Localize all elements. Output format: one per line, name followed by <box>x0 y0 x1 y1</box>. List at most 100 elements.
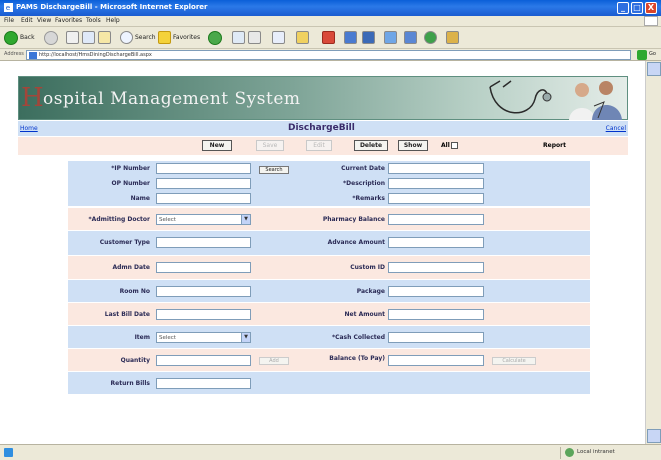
balance-to-pay-label: Balance (To Pay) <box>329 355 385 362</box>
delete-button[interactable]: Delete <box>354 140 388 151</box>
cancel-link[interactable]: Cancel <box>606 125 626 132</box>
all-checkbox[interactable] <box>451 142 458 149</box>
maximize-button[interactable]: □ <box>631 2 643 14</box>
item-label: Item <box>134 334 150 341</box>
research-icon[interactable] <box>384 31 397 44</box>
pharmacy-balance-input[interactable] <box>388 214 484 225</box>
vertical-scrollbar[interactable] <box>645 61 661 444</box>
messenger-icon[interactable] <box>322 31 335 44</box>
calculate-button[interactable]: Calculate <box>492 357 536 365</box>
item-value: Select <box>159 335 176 341</box>
tools-icon[interactable] <box>446 31 459 44</box>
admitting-doctor-select[interactable]: Select ▼ <box>156 214 251 225</box>
related-icon[interactable] <box>404 31 417 44</box>
address-url: http://localhost/HmsDiningDischargeBill.… <box>39 52 152 58</box>
print-icon[interactable] <box>272 31 285 44</box>
word-icon[interactable] <box>344 31 357 44</box>
zone-label: Local intranet <box>577 449 615 455</box>
page-title: DischargeBill <box>288 123 355 133</box>
banner-title-initial: H <box>21 83 44 113</box>
form-row: Quantity Add Balance (To Pay) Calculate <box>68 349 590 371</box>
custom-id-label: Custom ID <box>350 264 385 271</box>
chevron-down-icon[interactable]: ▼ <box>241 333 250 342</box>
nav-row: Home DischargeBill Cancel <box>18 121 628 136</box>
browser-toolbar: Back Search Favorites <box>0 27 661 49</box>
menu-view[interactable]: View <box>37 17 51 24</box>
current-date-input[interactable] <box>388 163 484 174</box>
window-title: PAMS DischargeBill - Microsoft Internet … <box>16 3 208 11</box>
ip-number-input[interactable] <box>156 163 251 174</box>
favorites-label[interactable]: Favorites <box>173 34 200 41</box>
balance-to-pay-input[interactable] <box>388 355 484 366</box>
scroll-down-icon[interactable] <box>647 429 661 443</box>
form-row: Last Bill Date Net Amount <box>68 303 590 325</box>
customer-type-label: Customer Type <box>99 239 150 246</box>
home-link[interactable]: Home <box>20 125 38 132</box>
minimize-button[interactable]: _ <box>617 2 629 14</box>
quantity-label: Quantity <box>120 357 150 364</box>
admn-date-input[interactable] <box>156 262 251 273</box>
forward-arrow-icon[interactable] <box>44 31 58 45</box>
last-bill-date-input[interactable] <box>156 309 251 320</box>
report-link[interactable]: Report <box>543 142 566 149</box>
remarks-textarea[interactable] <box>388 193 484 204</box>
search-label[interactable]: Search <box>135 34 156 41</box>
form-row: OP Number *Description <box>68 176 590 191</box>
new-button[interactable]: New <box>202 140 232 151</box>
show-button[interactable]: Show <box>398 140 428 151</box>
menu-help[interactable]: Help <box>106 17 120 24</box>
globe-icon[interactable] <box>424 31 437 44</box>
doctors-photo-icon <box>569 81 622 120</box>
search-icon[interactable] <box>120 31 133 44</box>
form-row: Return Bills <box>68 372 590 394</box>
back-label[interactable]: Back <box>20 34 35 41</box>
cash-collected-input[interactable] <box>388 332 484 343</box>
net-amount-input[interactable] <box>388 309 484 320</box>
menu-tools[interactable]: Tools <box>86 17 101 24</box>
home-icon[interactable] <box>98 31 111 44</box>
all-label: All <box>441 142 450 149</box>
net-amount-label: Net Amount <box>344 311 385 318</box>
stop-icon[interactable] <box>66 31 79 44</box>
close-button[interactable]: X <box>645 2 657 14</box>
save-button[interactable]: Save <box>256 140 284 151</box>
item-select[interactable]: Select ▼ <box>156 332 251 343</box>
advance-amount-label: Advance Amount <box>327 239 385 246</box>
address-input[interactable]: http://localhost/HmsDiningDischargeBill.… <box>26 50 631 60</box>
menu-bar: File Edit View Favorites Tools Help <box>0 16 661 27</box>
back-arrow-icon[interactable] <box>4 31 18 45</box>
intranet-icon <box>565 448 574 457</box>
go-button[interactable]: Go <box>637 50 657 60</box>
folder-icon[interactable] <box>296 31 309 44</box>
menu-file[interactable]: File <box>4 17 14 24</box>
mail-icon[interactable] <box>248 31 261 44</box>
discuss-icon[interactable] <box>362 31 375 44</box>
pharmacy-balance-label: Pharmacy Balance <box>322 216 385 223</box>
return-bills-input[interactable] <box>156 378 251 389</box>
advance-amount-input[interactable] <box>388 237 484 248</box>
stethoscope-icon <box>489 80 552 114</box>
page-done-icon <box>4 448 13 457</box>
refresh-icon[interactable] <box>82 31 95 44</box>
custom-id-input[interactable] <box>388 262 484 273</box>
package-input[interactable] <box>388 286 484 297</box>
edit-button[interactable]: Edit <box>306 140 332 151</box>
room-no-input[interactable] <box>156 286 251 297</box>
description-input[interactable] <box>388 178 484 189</box>
chevron-down-icon[interactable]: ▼ <box>241 215 250 224</box>
op-number-input[interactable] <box>156 178 251 189</box>
admn-date-label: Admn Date <box>112 264 150 271</box>
menu-edit[interactable]: Edit <box>21 17 33 24</box>
quantity-input[interactable] <box>156 355 251 366</box>
scroll-up-icon[interactable] <box>647 62 661 76</box>
favorites-star-icon[interactable] <box>158 31 171 44</box>
customer-type-input[interactable] <box>156 237 251 248</box>
history-icon[interactable] <box>232 31 245 44</box>
media-icon[interactable] <box>208 31 222 45</box>
return-bills-label: Return Bills <box>110 380 150 387</box>
search-button[interactable]: Search <box>259 166 289 174</box>
name-input[interactable] <box>156 193 251 204</box>
menu-favorites[interactable]: Favorites <box>55 17 82 24</box>
form-row: *Admitting Doctor Select ▼ Pharmacy Bala… <box>68 208 590 230</box>
add-item-button[interactable]: Add <box>259 357 289 365</box>
